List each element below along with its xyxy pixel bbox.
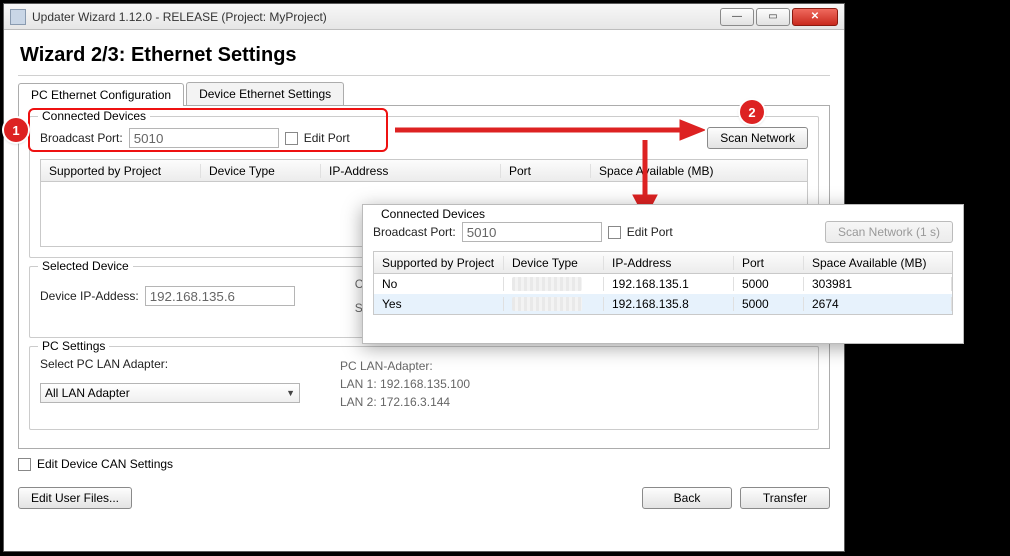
scan-network-button[interactable]: Scan Network xyxy=(707,127,808,149)
ocol-supported[interactable]: Supported by Project xyxy=(374,256,504,270)
pc-lan-adapter-label: PC LAN-Adapter: xyxy=(340,357,470,375)
cell-supported: Yes xyxy=(374,297,504,311)
minimize-button[interactable]: — xyxy=(720,8,754,26)
ocol-type[interactable]: Device Type xyxy=(504,256,604,270)
overlay-connected-devices: Connected Devices Broadcast Port: Edit P… xyxy=(362,204,964,344)
edit-can-label: Edit Device CAN Settings xyxy=(37,457,173,471)
col-space[interactable]: Space Available (MB) xyxy=(591,164,807,178)
select-lan-label: Select PC LAN Adapter: xyxy=(40,357,300,371)
window-title: Updater Wizard 1.12.0 - RELEASE (Project… xyxy=(32,10,720,24)
close-button[interactable]: ✕ xyxy=(792,8,838,26)
edit-user-files-button[interactable]: Edit User Files... xyxy=(18,487,132,509)
callout-1: 1 xyxy=(4,118,28,142)
page-title: Wizard 2/3: Ethernet Settings xyxy=(18,38,830,76)
table-row[interactable]: No 192.168.135.1 5000 303981 xyxy=(374,274,952,294)
overlay-broadcast-input[interactable] xyxy=(462,222,602,242)
overlay-table: Supported by Project Device Type IP-Addr… xyxy=(373,251,953,315)
ocol-space[interactable]: Space Available (MB) xyxy=(804,256,952,270)
table-row[interactable]: Yes 192.168.135.8 5000 2674 xyxy=(374,294,952,314)
group-pc-settings: PC Settings Select PC LAN Adapter: All L… xyxy=(29,346,819,430)
edit-can-row[interactable]: Edit Device CAN Settings xyxy=(18,457,830,471)
transfer-button[interactable]: Transfer xyxy=(740,487,830,509)
chevron-down-icon: ▼ xyxy=(286,388,295,398)
device-ip-input[interactable] xyxy=(145,286,295,306)
tabstrip: PC Ethernet Configuration Device Etherne… xyxy=(18,82,830,106)
col-ip[interactable]: IP-Address xyxy=(321,164,501,178)
cell-type xyxy=(504,297,604,311)
highlight-broadcast xyxy=(28,108,388,152)
overlay-legend: Connected Devices xyxy=(377,207,489,221)
col-port[interactable]: Port xyxy=(501,164,591,178)
col-supported[interactable]: Supported by Project xyxy=(41,164,201,178)
ocol-ip[interactable]: IP-Address xyxy=(604,256,734,270)
tab-device-ethernet[interactable]: Device Ethernet Settings xyxy=(186,82,344,105)
overlay-broadcast-label: Broadcast Port: xyxy=(373,225,456,239)
maximize-button[interactable]: ▭ xyxy=(756,8,790,26)
ocol-port[interactable]: Port xyxy=(734,256,804,270)
legend-selected: Selected Device xyxy=(38,259,133,273)
cell-type xyxy=(504,277,604,291)
overlay-edit-port-label: Edit Port xyxy=(627,225,673,239)
cell-supported: No xyxy=(374,277,504,291)
callout-2: 2 xyxy=(740,100,764,124)
lan-adapter-value: All LAN Adapter xyxy=(45,386,130,400)
lan-adapter-combo[interactable]: All LAN Adapter ▼ xyxy=(40,383,300,403)
cell-ip: 192.168.135.8 xyxy=(604,297,734,311)
overlay-scan-button: Scan Network (1 s) xyxy=(825,221,953,243)
overlay-edit-port-checkbox[interactable] xyxy=(608,226,621,239)
legend-pc: PC Settings xyxy=(38,339,109,353)
tab-pc-ethernet[interactable]: PC Ethernet Configuration xyxy=(18,83,184,106)
title-bar: Updater Wizard 1.12.0 - RELEASE (Project… xyxy=(4,4,844,30)
cell-space: 2674 xyxy=(804,297,952,311)
pc-lan2: LAN 2: 172.16.3.144 xyxy=(340,393,470,411)
cell-port: 5000 xyxy=(734,277,804,291)
pc-lan1: LAN 1: 192.168.135.100 xyxy=(340,375,470,393)
back-button[interactable]: Back xyxy=(642,487,732,509)
device-ip-label: Device IP-Addess: xyxy=(40,289,139,303)
cell-space: 303981 xyxy=(804,277,952,291)
cell-port: 5000 xyxy=(734,297,804,311)
edit-can-checkbox[interactable] xyxy=(18,458,31,471)
col-device-type[interactable]: Device Type xyxy=(201,164,321,178)
cell-ip: 192.168.135.1 xyxy=(604,277,734,291)
app-icon xyxy=(10,9,26,25)
